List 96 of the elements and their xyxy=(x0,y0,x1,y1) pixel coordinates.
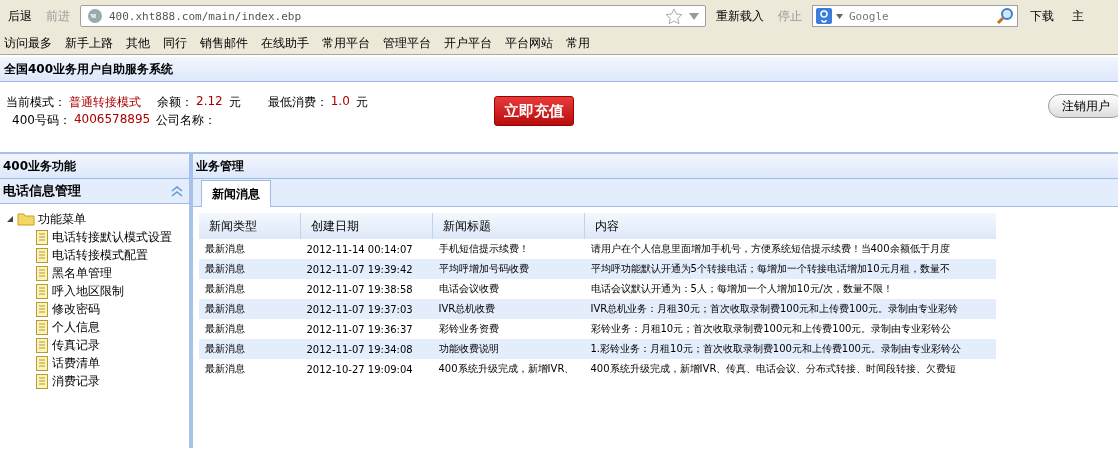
unit-text: 元 xyxy=(228,94,241,111)
bookmark-link[interactable]: 管理平台 xyxy=(383,34,441,52)
number-value: 4006578895 xyxy=(73,112,151,128)
folder-icon xyxy=(17,212,35,226)
nav-button[interactable]: 后退 xyxy=(4,7,36,25)
table-cell: 2012-11-07 19:36:37 xyxy=(300,319,433,339)
section-title: 电话信息管理 xyxy=(3,182,81,200)
table-cell: 彩铃业务资费 xyxy=(432,319,585,339)
tree-item[interactable]: 电话转接模式配置 xyxy=(52,246,148,264)
table-cell: 平均呼增加号码收费 xyxy=(432,259,585,279)
table-cell: 请用户在个人信息里面增加手机号，方便系统短信提示续费！当400余额低于月度 xyxy=(584,239,996,259)
document-icon xyxy=(36,355,48,371)
table-cell: 400系统升级完成，新增IVR、传真、电话会议、分布式转接、时间段转接、欠费短 xyxy=(584,359,996,379)
min-value: 1.0 xyxy=(330,94,350,110)
table-cell: 平均呼功能默认开通为5个转接电话；每增加一个转接电话增加10元月租，数量不 xyxy=(584,259,996,279)
table-cell: 最新消息 xyxy=(199,359,301,379)
table-cell: 最新消息 xyxy=(199,239,301,259)
tree-item[interactable]: 修改密码 xyxy=(52,300,100,318)
document-icon xyxy=(36,283,48,299)
tab[interactable]: 新闻消息 xyxy=(201,180,271,207)
table-cell: 400系统升级完成，新增IVR、 xyxy=(432,359,585,379)
column-header[interactable]: 内容 xyxy=(584,213,996,239)
document-icon xyxy=(36,229,48,245)
column-header[interactable]: 新闻类型 xyxy=(199,213,301,239)
bookmark-link[interactable]: 访问最多 xyxy=(4,34,62,52)
dropdown-icon[interactable] xyxy=(689,12,699,20)
dropdown-icon[interactable] xyxy=(836,13,843,19)
bookmark-link[interactable]: 其他 xyxy=(126,34,160,52)
tree-item[interactable]: 个人信息 xyxy=(52,318,100,336)
table-cell: 最新消息 xyxy=(199,259,301,279)
document-icon xyxy=(36,265,48,281)
panel-title: 400业务功能 xyxy=(3,157,77,175)
globe-icon xyxy=(87,8,103,24)
table-cell: 彩铃业务：月租10元；首次收取录制费100元和上传费100元。录制由专业彩铃公 xyxy=(584,319,996,339)
column-header[interactable]: 创建日期 xyxy=(300,213,433,239)
search-bar[interactable]: Google xyxy=(812,5,1018,27)
tree-item[interactable]: 传真记录 xyxy=(52,336,100,354)
tree-item[interactable]: 话费清单 xyxy=(52,354,100,372)
bookmark-link[interactable]: 平台网站 xyxy=(505,34,563,52)
document-icon xyxy=(36,373,48,389)
tree-item[interactable]: 功能菜单 xyxy=(38,210,86,228)
table-cell: 最新消息 xyxy=(199,339,301,359)
unit-text: 元 xyxy=(355,94,368,111)
logout-button[interactable]: 注销用户 xyxy=(1048,94,1118,118)
toolbar-button[interactable]: 重新载入 xyxy=(712,7,768,25)
table-cell: 2012-10-27 19:09:04 xyxy=(300,359,433,379)
table-cell: 2012-11-07 19:34:08 xyxy=(300,339,433,359)
bookmark-link[interactable]: 销售邮件 xyxy=(200,34,258,52)
min-label: 最低消费： xyxy=(267,94,328,111)
tree-item[interactable]: 消费记录 xyxy=(52,372,100,390)
address-field[interactable]: 400.xht888.com/main/index.ebp xyxy=(80,5,706,27)
collapse-icon[interactable] xyxy=(171,185,183,197)
document-icon xyxy=(36,301,48,317)
tree-item[interactable]: 黑名单管理 xyxy=(52,264,112,282)
document-icon xyxy=(36,337,48,353)
company-label: 公司名称： xyxy=(156,112,217,129)
section-header[interactable]: 电话信息管理 xyxy=(0,179,189,204)
table-cell: 最新消息 xyxy=(199,319,301,339)
table-cell: IVR总机收费 xyxy=(432,299,585,319)
table-cell: IVR总机业务：月租30元；首次收取录制费100元和上传费100元。录制由专业彩铃 xyxy=(584,299,996,319)
system-title: 全国400业务用户自助服务系统 xyxy=(4,60,174,78)
table-cell: 2012-11-07 19:37:03 xyxy=(300,299,433,319)
document-icon xyxy=(36,247,48,263)
number-label: 400号码： xyxy=(12,112,71,129)
search-icon[interactable] xyxy=(996,7,1014,25)
toolbar-button[interactable]: 下载 xyxy=(1024,7,1060,25)
table-cell: 手机短信提示续费！ xyxy=(432,239,585,259)
balance-value: 2.12 xyxy=(196,94,223,110)
table-cell: 最新消息 xyxy=(199,279,301,299)
table-cell: 电话会议默认开通为：5人；每增加一个人增加10元/次，数量不限！ xyxy=(584,279,996,299)
tree-toggle-icon[interactable] xyxy=(6,215,14,223)
recharge-button[interactable]: 立即充值 xyxy=(494,96,574,126)
table-cell: 电话会议收费 xyxy=(432,279,585,299)
star-icon[interactable] xyxy=(665,7,683,25)
mode-value: 普通转接模式 xyxy=(69,94,141,111)
bookmark-link[interactable]: 常用平台 xyxy=(322,34,380,52)
table-cell: 2012-11-07 19:38:58 xyxy=(300,279,433,299)
table-cell: 1.彩铃业务：月租10元；首次收取录制费100元和上传费100元。录制由专业彩铃公 xyxy=(584,339,996,359)
tree-item[interactable]: 电话转接默认模式设置 xyxy=(52,228,172,246)
bookmark-link[interactable]: 开户平台 xyxy=(444,34,502,52)
table-cell: 功能收费说明 xyxy=(432,339,585,359)
table-cell: 2012-11-07 19:39:42 xyxy=(300,259,433,279)
column-header[interactable]: 新闻标题 xyxy=(432,213,585,239)
document-icon xyxy=(36,319,48,335)
bookmark-link[interactable]: 在线助手 xyxy=(261,34,319,52)
table-cell: 最新消息 xyxy=(199,299,301,319)
toolbar-button[interactable]: 主 xyxy=(1066,7,1090,25)
g-icon xyxy=(816,8,832,24)
table-cell: 2012-11-14 00:14:07 xyxy=(300,239,433,259)
tree-item[interactable]: 呼入地区限制 xyxy=(52,282,124,300)
bookmark-link[interactable]: 同行 xyxy=(163,34,197,52)
bookmark-link[interactable]: 新手上路 xyxy=(65,34,123,52)
balance-label: 余额： xyxy=(157,94,193,111)
mode-label: 当前模式： xyxy=(6,94,66,111)
panel-title: 业务管理 xyxy=(196,157,244,175)
bookmark-link[interactable]: 常用 xyxy=(566,34,600,52)
